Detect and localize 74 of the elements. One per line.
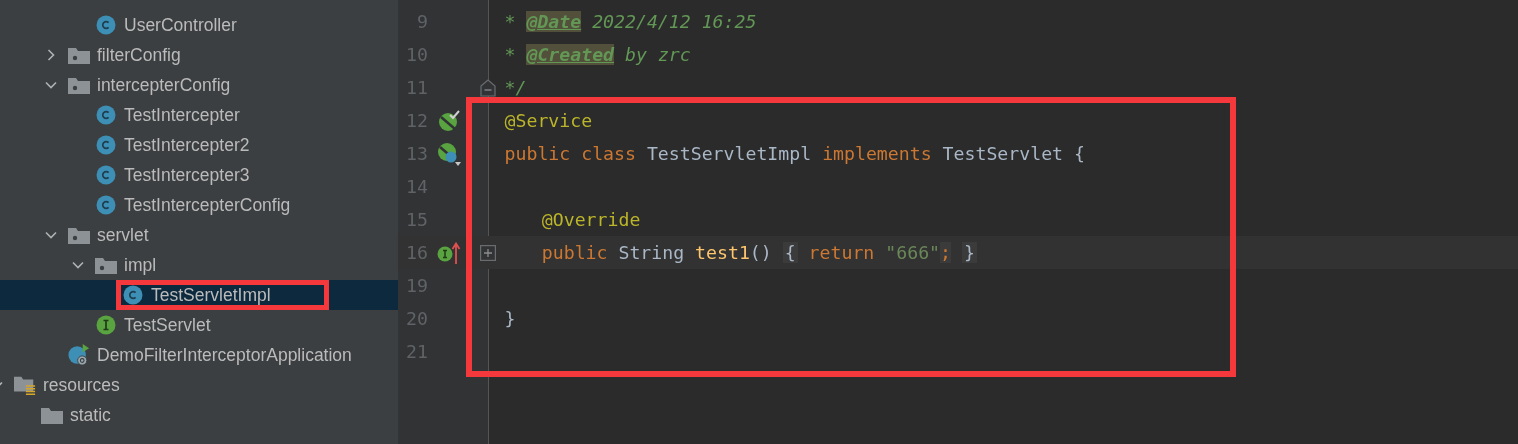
tree-item-label: TestIntercepter3: [124, 164, 250, 186]
chevron-down-icon[interactable]: [45, 79, 57, 91]
annotation-text: @Service: [504, 110, 593, 131]
tree-item-label: resources: [43, 374, 120, 396]
tree-item-label: TestServletImpl: [151, 284, 271, 306]
tree-item[interactable]: resources: [0, 370, 398, 400]
tree-item[interactable]: TestIntercepter2: [0, 130, 398, 160]
doc-tag: @Created: [526, 44, 615, 65]
tree-item[interactable]: intercepterConfig: [0, 70, 398, 100]
code-text: TestServletImpl: [646, 143, 813, 164]
chevron-down-icon[interactable]: [72, 259, 84, 271]
doc-tag: @Date: [526, 11, 582, 32]
tree-item[interactable]: UserController: [0, 10, 398, 40]
class-icon: [96, 105, 116, 125]
implements-method-icon[interactable]: [437, 241, 461, 264]
fold-end-icon[interactable]: [480, 78, 496, 97]
comment-text: *: [504, 11, 517, 32]
comment-text: by zrc: [624, 44, 691, 65]
tree-item-label: DemoFilterInterceptorApplication: [97, 344, 352, 366]
tree-item-label: intercepterConfig: [97, 74, 231, 96]
folded-brace: }: [961, 242, 977, 263]
tree-item[interactable]: TestServlet: [0, 310, 398, 340]
resources-folder-icon: [14, 374, 36, 396]
tree-item-label: TestIntercepter: [124, 104, 240, 126]
keyword-text: public: [541, 242, 609, 263]
fold-expand-icon[interactable]: [480, 244, 496, 261]
tree-item[interactable]: impl: [0, 250, 398, 280]
tree-item[interactable]: TestIntercepterConfig: [0, 190, 398, 220]
chevron-down-icon[interactable]: [45, 229, 57, 241]
tree-item[interactable]: servlet: [0, 220, 398, 250]
tree-item-label: impl: [124, 254, 157, 276]
comment-text: */: [504, 77, 527, 98]
package-icon: [68, 226, 90, 244]
class-icon: [96, 15, 116, 35]
tree-item-label: TestIntercepterConfig: [124, 194, 291, 216]
application-class-icon: [68, 343, 90, 367]
tree-item-label: TestServlet: [124, 314, 211, 336]
string-literal: "666": [885, 242, 941, 263]
tree-item[interactable]: TestIntercepter3: [0, 160, 398, 190]
tree-item-label: filterConfig: [97, 44, 181, 66]
package-icon: [68, 46, 90, 64]
tree-item[interactable]: filterConfig: [0, 40, 398, 70]
code-text: }: [504, 308, 516, 329]
tree-item-label: static: [70, 404, 111, 426]
class-icon: [96, 165, 116, 185]
folder-icon: [41, 406, 63, 424]
tree-item-label: servlet: [97, 224, 149, 246]
code-text: String: [618, 242, 686, 263]
bean-check-icon[interactable]: [438, 109, 460, 132]
comment-text: *: [504, 44, 517, 65]
class-icon: [96, 135, 116, 155]
folded-code: ;: [940, 242, 951, 263]
keyword-text: public class: [504, 143, 637, 164]
method-name: test1: [695, 242, 750, 263]
tree-item[interactable]: static: [0, 400, 398, 430]
bean-class-icon[interactable]: [437, 141, 461, 166]
class-icon: [123, 285, 143, 305]
comment-text: 2022/4/12 16:25: [591, 11, 757, 32]
class-icon: [96, 195, 116, 215]
tree-item-label: UserController: [124, 14, 237, 36]
package-icon: [95, 256, 117, 274]
tree-item-label: TestIntercepter2: [124, 134, 250, 156]
annotation-text: @Override: [541, 209, 641, 230]
keyword-text: return: [807, 242, 876, 263]
tree-item[interactable]: TestServletImpl: [0, 280, 398, 310]
code-text: (): [749, 242, 773, 263]
package-icon: [68, 76, 90, 94]
code-text: TestServlet {: [942, 143, 1085, 164]
chevron-right-icon[interactable]: [45, 49, 57, 61]
folded-brace: {: [782, 242, 798, 263]
tree-item[interactable]: TestIntercepter: [0, 100, 398, 130]
tree-item[interactable]: DemoFilterInterceptorApplication: [0, 340, 398, 370]
keyword-text: implements: [822, 143, 933, 164]
interface-icon: [96, 315, 116, 335]
